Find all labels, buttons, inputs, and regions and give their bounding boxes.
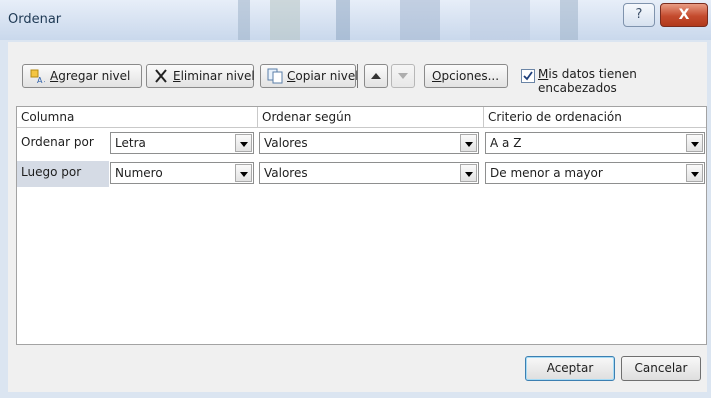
add-level-label: gregar nivel [58, 69, 131, 83]
help-icon: ? [635, 7, 643, 22]
options-label: pciones... [441, 69, 500, 83]
sort-on-select-row1[interactable]: Valores [259, 132, 479, 154]
arrow-down-icon [395, 68, 411, 84]
add-level-button[interactable]: A↓ Agregar nivel [22, 64, 142, 88]
sort-dialog: Ordenar ? X A↓ Agregar nivel Eliminar ni… [0, 0, 711, 398]
order-header: Criterio de ordenación [488, 110, 622, 124]
column-header: Columna [21, 110, 75, 124]
help-button[interactable]: ? [623, 3, 655, 27]
dropdown-arrow-icon[interactable] [686, 164, 703, 182]
dropdown-arrow-icon[interactable] [235, 134, 252, 152]
copy-level-label: opiar nivel [295, 69, 359, 83]
dropdown-arrow-icon[interactable] [460, 134, 477, 152]
dropdown-arrow-icon[interactable] [460, 164, 477, 182]
move-up-button[interactable] [364, 64, 388, 88]
order-value: De menor a mayor [490, 166, 603, 180]
sort-on-value: Valores [264, 166, 308, 180]
dialog-body: A↓ Agregar nivel Eliminar nivel Copiar n… [8, 42, 707, 392]
headers-label-text: is datos tienen encabezados [538, 67, 637, 95]
title-bar[interactable]: Ordenar ? X [0, 0, 711, 40]
toolbar-separator [357, 64, 358, 88]
add-level-mnemonic: A [50, 69, 59, 83]
cancel-button[interactable]: Cancelar [621, 356, 701, 381]
header-divider [483, 107, 484, 127]
column-select-row1[interactable]: Letra [110, 132, 254, 154]
column-select-row2[interactable]: Numero [110, 162, 254, 184]
close-icon: X [678, 7, 690, 23]
svg-text:A↓: A↓ [37, 76, 45, 84]
dropdown-arrow-icon[interactable] [686, 134, 703, 152]
column-value: Letra [115, 136, 146, 150]
options-button[interactable]: Opciones... [424, 64, 508, 88]
dropdown-arrow-icon[interactable] [235, 164, 252, 182]
sort-levels-grid: Columna Ordenar según Criterio de ordena… [16, 106, 707, 345]
close-button[interactable]: X [660, 3, 708, 27]
order-value: A a Z [490, 136, 522, 150]
sort-on-select-row2[interactable]: Valores [259, 162, 479, 184]
sort-on-value: Valores [264, 136, 308, 150]
header-divider [257, 107, 258, 127]
delete-level-label: liminar nivel [180, 69, 255, 83]
order-select-row1[interactable]: A a Z [485, 132, 705, 154]
move-down-button[interactable] [391, 64, 415, 88]
header-separator [17, 127, 706, 128]
delete-x-icon [153, 68, 169, 84]
headers-mnemonic: M [538, 67, 549, 81]
headers-checkbox[interactable] [521, 69, 535, 83]
checkmark-icon [523, 71, 533, 81]
row-label-sort-by[interactable]: Ordenar por [17, 131, 109, 157]
headers-checkbox-label[interactable]: Mis datos tienen encabezados [538, 67, 707, 95]
column-value: Numero [115, 166, 163, 180]
add-level-icon: A↓ [29, 68, 49, 85]
row-label-then-by[interactable]: Luego por [17, 161, 109, 187]
dialog-title: Ordenar [8, 12, 62, 27]
copy-icon [267, 68, 283, 84]
delete-level-mnemonic: E [173, 69, 181, 83]
sort-on-header: Ordenar según [262, 110, 352, 124]
arrow-up-icon [368, 68, 384, 84]
delete-level-button[interactable]: Eliminar nivel [146, 64, 255, 88]
ok-button[interactable]: Aceptar [525, 356, 615, 381]
order-select-row2[interactable]: De menor a mayor [485, 162, 705, 184]
copy-level-button[interactable]: Copiar nivel [260, 64, 359, 88]
